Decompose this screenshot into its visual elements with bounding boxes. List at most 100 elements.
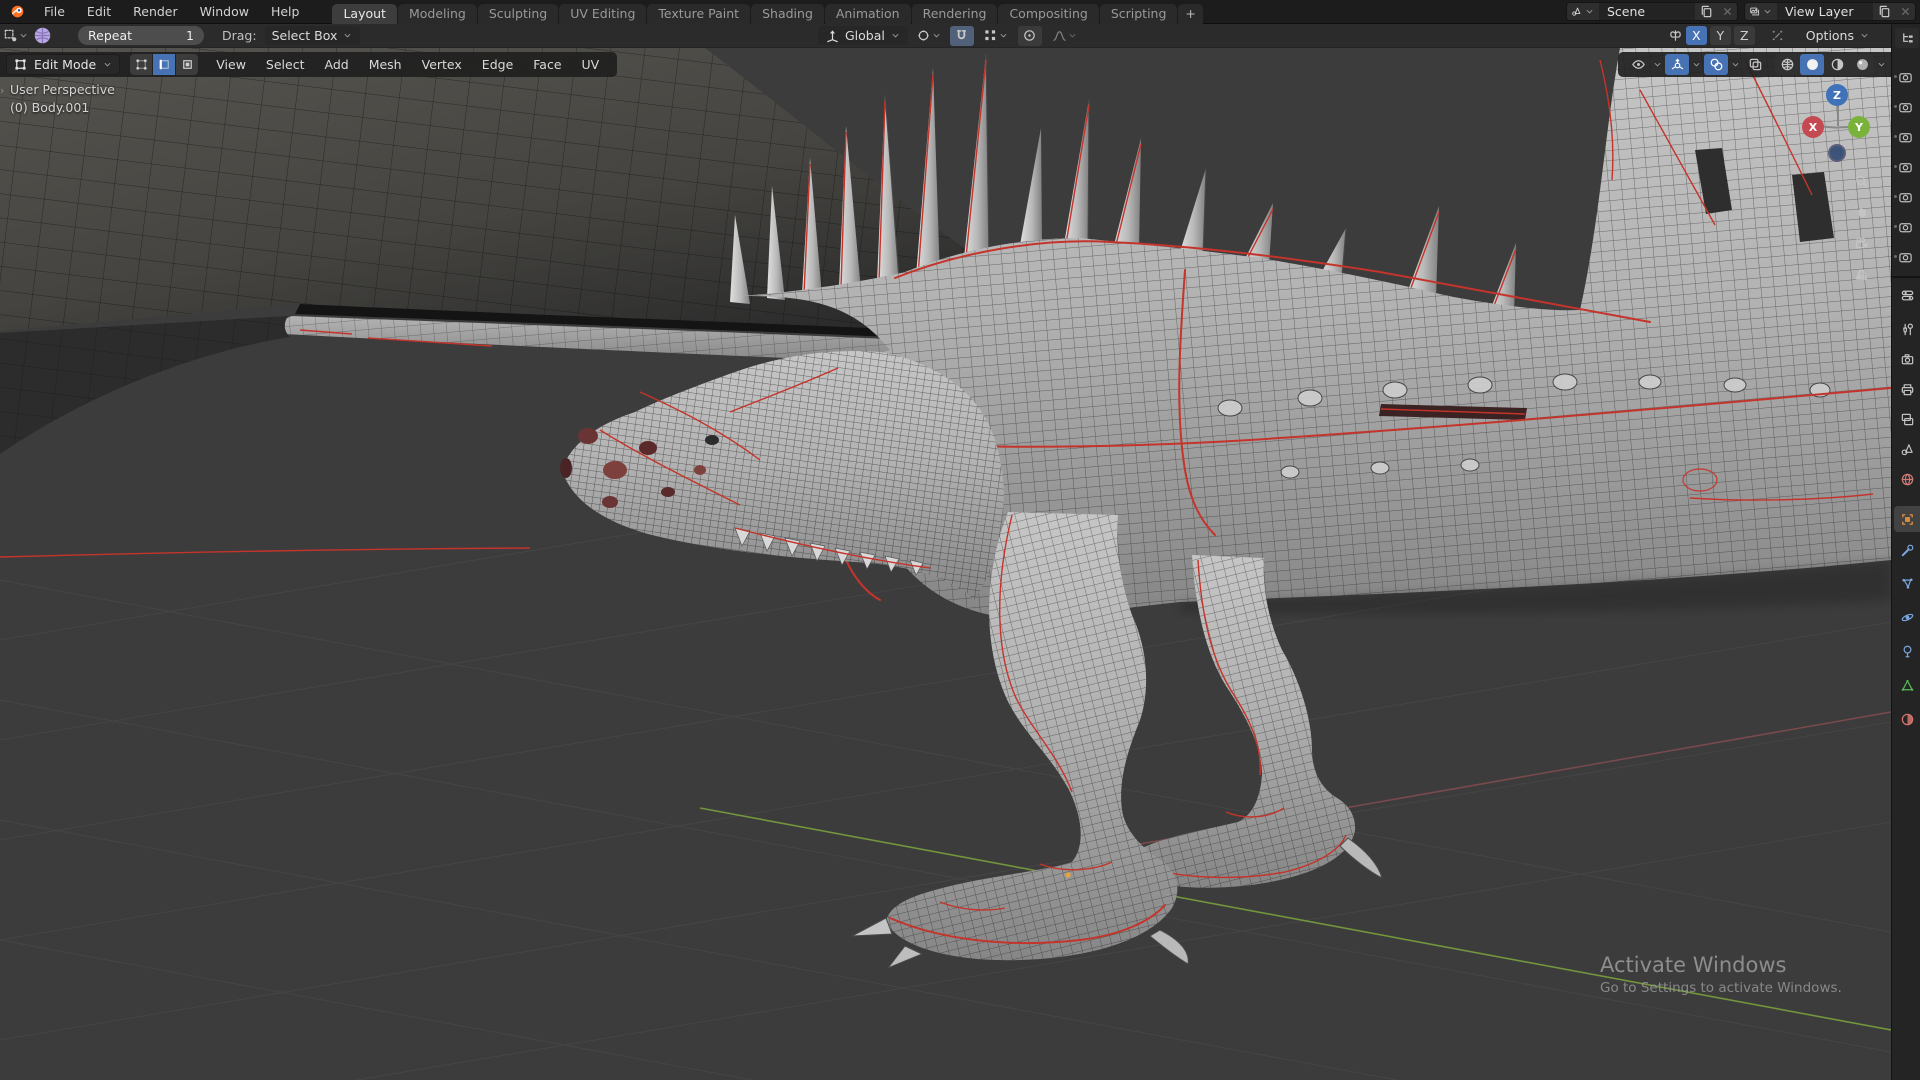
- falloff-curve-icon: [1052, 28, 1067, 43]
- properties-tab-view-layer[interactable]: [1894, 406, 1920, 432]
- properties-tab-tool[interactable]: [1894, 316, 1920, 342]
- scene-selector[interactable]: Scene: [1566, 2, 1738, 21]
- z-neg-axis-ball[interactable]: [1828, 144, 1846, 162]
- tab-uv-editing[interactable]: UV Editing: [559, 3, 647, 24]
- gizmos-toggle[interactable]: [1665, 54, 1689, 75]
- tab-layout[interactable]: Layout: [332, 3, 397, 24]
- snap-options-dropdown[interactable]: [978, 26, 1014, 46]
- camera-view-control[interactable]: [1848, 230, 1874, 256]
- menu-view[interactable]: View: [208, 57, 254, 72]
- z-axis-ball[interactable]: Z: [1826, 84, 1848, 106]
- outliner-icon: [1900, 31, 1915, 46]
- remove-view-layer-button[interactable]: [1896, 3, 1915, 20]
- zoom-control[interactable]: [1848, 168, 1874, 194]
- mirror-z-button[interactable]: Z: [1733, 26, 1755, 45]
- editor-type-button[interactable]: [4, 26, 28, 46]
- vertex-select-button[interactable]: [130, 54, 153, 75]
- properties-tab-data[interactable]: [1894, 672, 1920, 698]
- xray-toggle[interactable]: [1743, 54, 1767, 75]
- menu-mesh[interactable]: Mesh: [361, 57, 410, 72]
- properties-tab-constraints[interactable]: [1894, 638, 1920, 664]
- outliner-item[interactable]: [1894, 156, 1920, 178]
- menu-face[interactable]: Face: [525, 57, 569, 72]
- menu-window[interactable]: Window: [189, 0, 260, 24]
- 3d-viewport[interactable]: Edit Mode View Select Add Mesh Vertex Ed…: [0, 48, 1891, 1080]
- unlink-scene-button[interactable]: [1718, 3, 1737, 20]
- pivot-point-dropdown[interactable]: [912, 26, 946, 46]
- brush-preview-button[interactable]: [28, 26, 56, 46]
- outliner-item[interactable]: [1894, 186, 1920, 208]
- properties-tab-modifiers[interactable]: [1894, 537, 1920, 563]
- outliner-item[interactable]: [1894, 96, 1920, 118]
- chevron-down-icon: [1584, 6, 1595, 17]
- tab-animation[interactable]: Animation: [824, 3, 911, 24]
- perspective-toggle[interactable]: [1848, 261, 1874, 287]
- tab-rendering[interactable]: Rendering: [911, 3, 998, 24]
- transform-orientation-dropdown[interactable]: Global: [818, 26, 908, 45]
- snap-toggle[interactable]: [949, 25, 974, 46]
- mirror-x-button[interactable]: X: [1685, 26, 1707, 45]
- face-select-button[interactable]: [176, 54, 199, 75]
- tab-modeling[interactable]: Modeling: [397, 3, 477, 24]
- shading-solid-button[interactable]: [1800, 54, 1824, 75]
- menu-uv[interactable]: UV: [574, 57, 608, 72]
- properties-tab-physics[interactable]: [1894, 604, 1920, 630]
- menu-edge[interactable]: Edge: [474, 57, 521, 72]
- mesh-object-icon: [1898, 220, 1913, 235]
- properties-editor-button[interactable]: [1894, 282, 1920, 308]
- mode-dropdown[interactable]: Edit Mode: [6, 54, 121, 75]
- tab-compositing[interactable]: Compositing: [998, 3, 1099, 24]
- shading-rendered-button[interactable]: [1850, 54, 1874, 75]
- shading-material-button[interactable]: [1825, 54, 1849, 75]
- snap-corrective-button[interactable]: [1766, 26, 1790, 46]
- outliner-item[interactable]: [1894, 216, 1920, 238]
- mirror-y-button[interactable]: Y: [1709, 26, 1731, 45]
- tab-scripting[interactable]: Scripting: [1099, 3, 1178, 24]
- add-workspace-button[interactable]: +: [1178, 3, 1203, 24]
- outliner-editor-button[interactable]: [1895, 28, 1919, 48]
- editor-divider[interactable]: [1892, 276, 1920, 278]
- properties-tab-render[interactable]: [1894, 346, 1920, 372]
- repeat-field[interactable]: Repeat 1: [78, 26, 204, 45]
- viewport-canvas[interactable]: [0, 48, 1891, 1080]
- overlays-toggle[interactable]: [1704, 54, 1728, 75]
- drag-mode-dropdown[interactable]: Select Box: [264, 26, 361, 45]
- viewport-info-text: User Perspective (0) Body.001: [10, 81, 115, 117]
- outliner-item[interactable]: [1894, 66, 1920, 88]
- options-dropdown[interactable]: Options: [1799, 26, 1877, 45]
- view-layer-selector[interactable]: View Layer: [1744, 2, 1916, 21]
- menu-edit[interactable]: Edit: [76, 0, 122, 24]
- outliner-item[interactable]: [1894, 246, 1920, 268]
- tab-texture-paint[interactable]: Texture Paint: [647, 3, 751, 24]
- tab-sculpting[interactable]: Sculpting: [477, 3, 559, 24]
- edge-select-button[interactable]: [153, 54, 176, 75]
- x-axis-ball[interactable]: X: [1802, 116, 1824, 138]
- sidebar-collapse-arrow[interactable]: ‹: [1868, 82, 1873, 97]
- falloff-dropdown[interactable]: [1046, 26, 1084, 46]
- blender-logo-icon[interactable]: [10, 4, 25, 19]
- properties-tab-output[interactable]: [1894, 376, 1920, 402]
- proportional-edit-toggle[interactable]: [1017, 25, 1042, 46]
- properties-tab-world[interactable]: [1894, 466, 1920, 492]
- menu-file[interactable]: File: [33, 0, 76, 24]
- pan-control[interactable]: [1848, 198, 1874, 224]
- shading-wireframe-button[interactable]: [1775, 54, 1799, 75]
- brush-sphere-icon: [33, 26, 52, 45]
- toolbar-expand-arrow[interactable]: ›: [0, 84, 4, 97]
- menu-select[interactable]: Select: [258, 57, 313, 72]
- new-scene-button[interactable]: [1695, 3, 1718, 20]
- properties-tab-particles[interactable]: [1894, 570, 1920, 596]
- visibility-dropdown[interactable]: [1626, 54, 1650, 75]
- outliner-item[interactable]: [1894, 126, 1920, 148]
- menu-add[interactable]: Add: [316, 57, 356, 72]
- menu-help[interactable]: Help: [260, 0, 311, 24]
- properties-tab-scene[interactable]: [1894, 436, 1920, 462]
- y-axis-ball[interactable]: Y: [1848, 116, 1870, 138]
- menu-render[interactable]: Render: [122, 0, 189, 24]
- tab-shading[interactable]: Shading: [751, 3, 824, 24]
- properties-tab-object[interactable]: [1894, 506, 1920, 532]
- menu-vertex[interactable]: Vertex: [414, 57, 470, 72]
- properties-tab-material[interactable]: [1894, 706, 1920, 732]
- new-view-layer-button[interactable]: [1873, 3, 1896, 20]
- wireframe-shading-icon: [1780, 57, 1795, 72]
